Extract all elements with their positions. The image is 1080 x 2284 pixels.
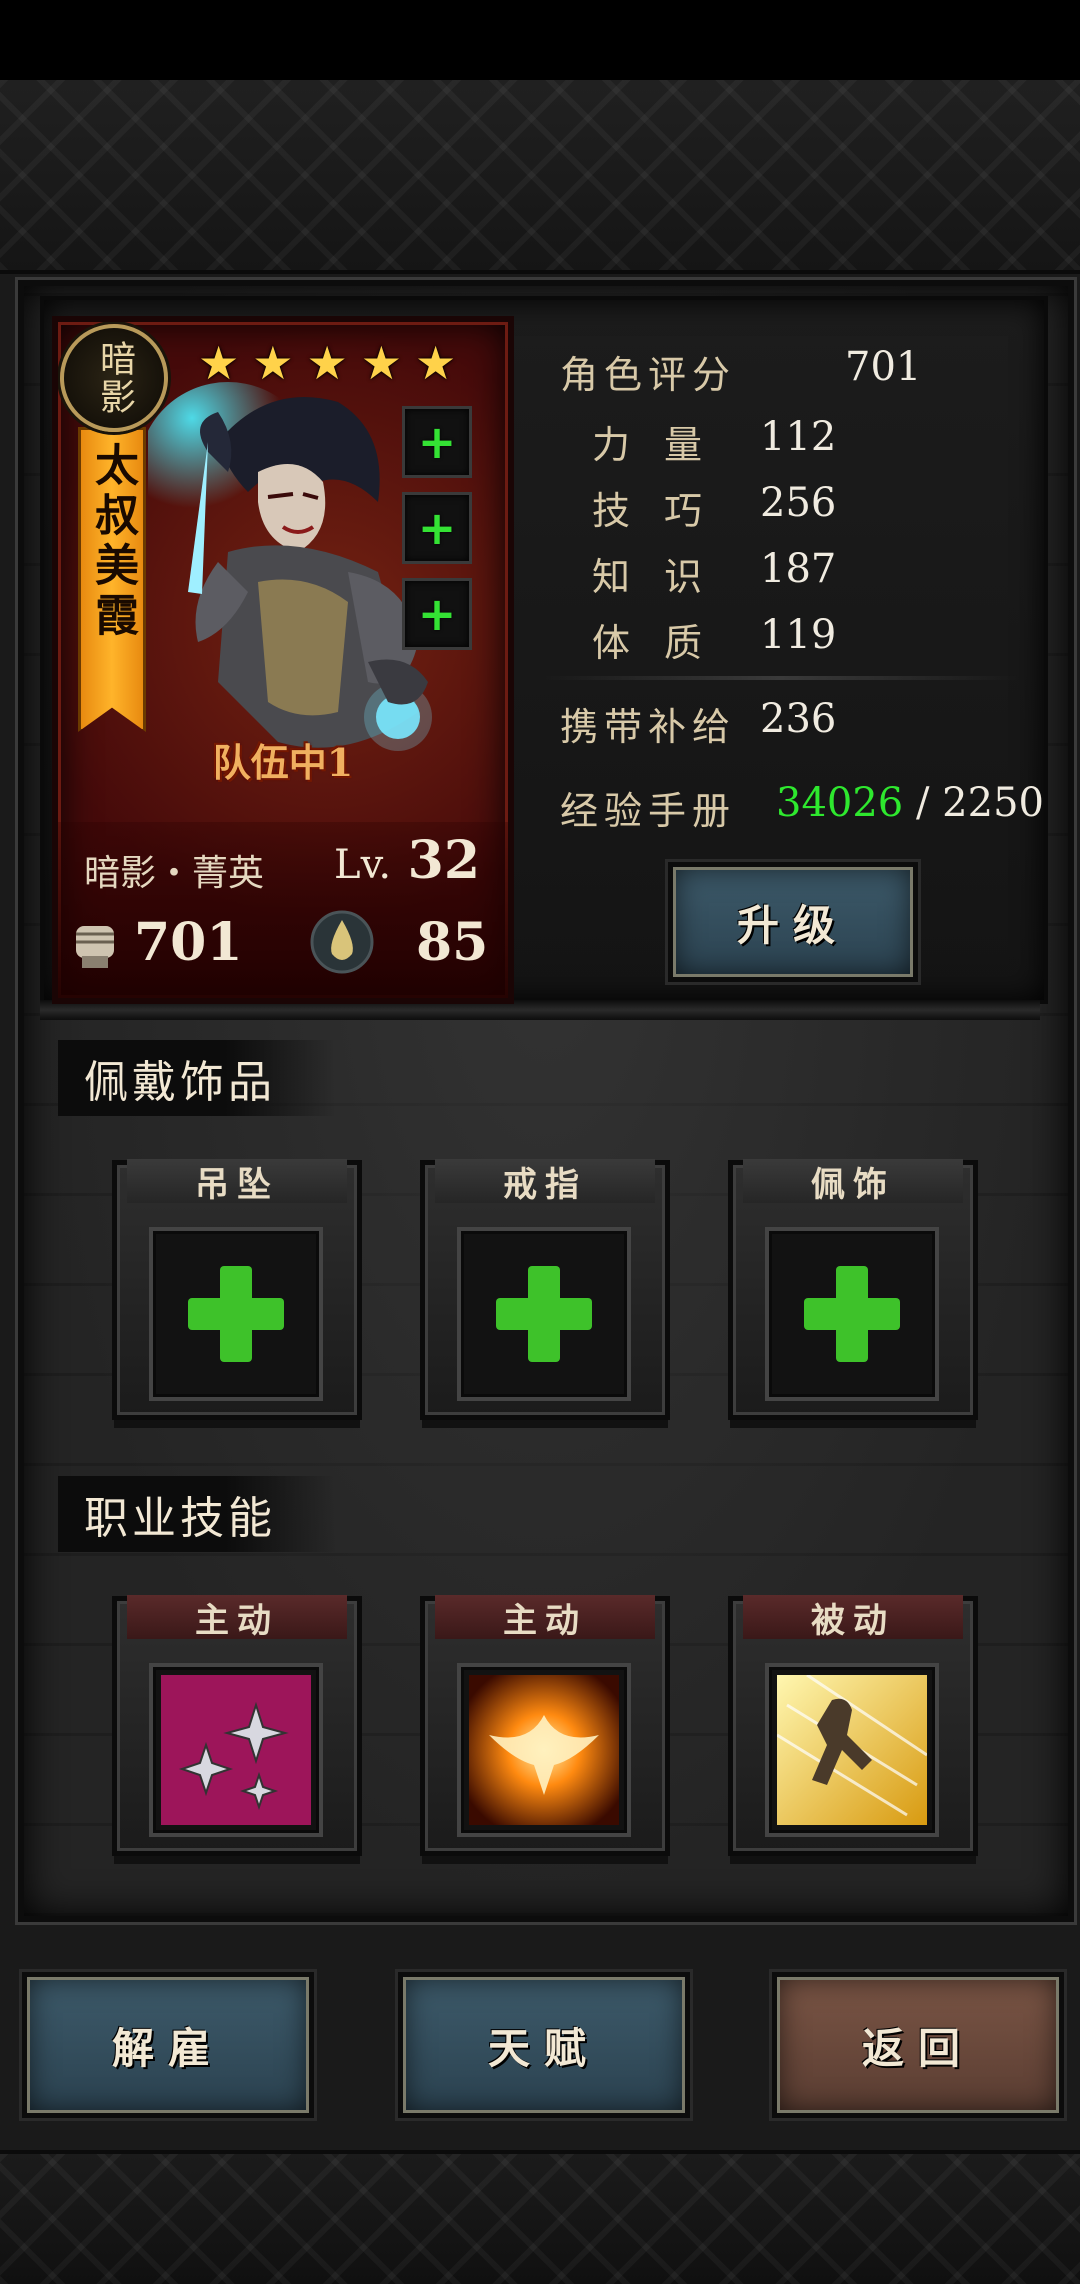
- skill-value: 256: [760, 480, 837, 526]
- character-rank: 暗影・菁英: [84, 853, 265, 894]
- stats-separator: [540, 676, 1020, 680]
- star-icon: ★: [252, 336, 294, 390]
- skills-title: 职业技能: [58, 1476, 336, 1552]
- back-button[interactable]: 返回: [772, 1972, 1064, 2118]
- accessory-slot-ornament[interactable]: 佩饰: [728, 1159, 978, 1420]
- willpower-icon: [310, 910, 374, 974]
- character-name-banner: 太叔美霞: [78, 427, 146, 732]
- plus-icon: [804, 1266, 900, 1362]
- knowledge-label: 知识: [592, 555, 737, 599]
- talent-button[interactable]: 天赋: [398, 1972, 690, 2118]
- skill-icon-box[interactable]: [765, 1663, 939, 1837]
- strength-label: 力量: [592, 423, 737, 467]
- skill-slot-3[interactable]: 被动: [728, 1595, 978, 1856]
- star-icon: ★: [360, 336, 402, 390]
- skill-slot-2[interactable]: 主动: [420, 1595, 670, 1856]
- star-rating: ★ ★ ★ ★ ★: [198, 340, 456, 386]
- willpower-value: 85: [416, 912, 489, 973]
- exp-label: 经验手册: [560, 789, 737, 833]
- plus-icon: +: [417, 587, 457, 641]
- power-value: 701: [134, 912, 243, 973]
- accessory-slot-label: 佩饰: [743, 1159, 963, 1205]
- accessory-slot-label: 吊坠: [127, 1159, 347, 1205]
- constitution-value: 119: [760, 612, 837, 658]
- skill-label: 技巧: [592, 489, 737, 533]
- accessory-slot-label: 戒指: [435, 1159, 655, 1205]
- skill-icon-box[interactable]: [457, 1663, 631, 1837]
- phoenix-skill-icon: [469, 1675, 619, 1825]
- knowledge-value: 187: [760, 546, 837, 592]
- shuriken-skill-icon: [161, 1675, 311, 1825]
- level-value: 32: [407, 830, 481, 891]
- dash-skill-icon: [777, 1675, 927, 1825]
- accessory-slot-ring[interactable]: 戒指: [420, 1159, 670, 1420]
- plus-icon: [496, 1266, 592, 1362]
- class-badge: 暗影: [60, 324, 168, 432]
- equip-slot-3[interactable]: +: [402, 578, 472, 650]
- team-status: 队伍中1: [212, 740, 354, 785]
- star-icon: ★: [198, 336, 240, 390]
- character-name: 太叔美霞: [87, 442, 138, 642]
- accessory-slot-box[interactable]: [149, 1227, 323, 1401]
- bottom-ornament: [0, 2150, 1080, 2284]
- exp-required: 2250: [942, 780, 1044, 826]
- exp-separator: /: [915, 780, 930, 826]
- equip-slot-2[interactable]: +: [402, 492, 472, 564]
- rating-label: 角色评分: [560, 353, 737, 397]
- accessory-slot-box[interactable]: [457, 1227, 631, 1401]
- skill-icon-box[interactable]: [149, 1663, 323, 1837]
- character-card[interactable]: 暗影 太叔美霞 ★ ★ ★ ★ ★ + + + 队伍中1 暗影・菁英 Lv. 3…: [52, 316, 514, 1004]
- top-status-bar: [0, 0, 1080, 80]
- class-badge-text: 暗影: [94, 340, 135, 416]
- skill-type-label: 被动: [743, 1595, 963, 1641]
- skill-slot-1[interactable]: 主动: [112, 1595, 362, 1856]
- fist-icon: [76, 926, 114, 968]
- strength-value: 112: [760, 414, 837, 460]
- accessory-slot-box[interactable]: [765, 1227, 939, 1401]
- star-icon: ★: [415, 336, 457, 390]
- exp-current: 34026: [776, 780, 904, 826]
- supply-value: 236: [760, 696, 837, 742]
- exp-value: 34026 / 2250: [776, 780, 1044, 826]
- character-level: Lv. 32: [334, 830, 480, 891]
- constitution-label: 体质: [592, 621, 737, 665]
- skill-type-label: 主动: [127, 1595, 347, 1641]
- accessories-title: 佩戴饰品: [58, 1040, 336, 1116]
- skill-type-label: 主动: [435, 1595, 655, 1641]
- equipment-slots: + + +: [402, 406, 472, 650]
- plus-icon: [188, 1266, 284, 1362]
- supply-label: 携带补给: [560, 705, 737, 749]
- plus-icon: +: [417, 501, 457, 555]
- accessory-slot-pendant[interactable]: 吊坠: [112, 1159, 362, 1420]
- equip-slot-1[interactable]: +: [402, 406, 472, 478]
- plus-icon: +: [417, 415, 457, 469]
- star-icon: ★: [306, 336, 348, 390]
- rating-value: 701: [845, 344, 922, 390]
- level-prefix: Lv.: [334, 842, 392, 888]
- upgrade-button[interactable]: 升级: [668, 862, 918, 982]
- top-ornament: [0, 80, 1080, 274]
- dismiss-button[interactable]: 解雇: [22, 1972, 314, 2118]
